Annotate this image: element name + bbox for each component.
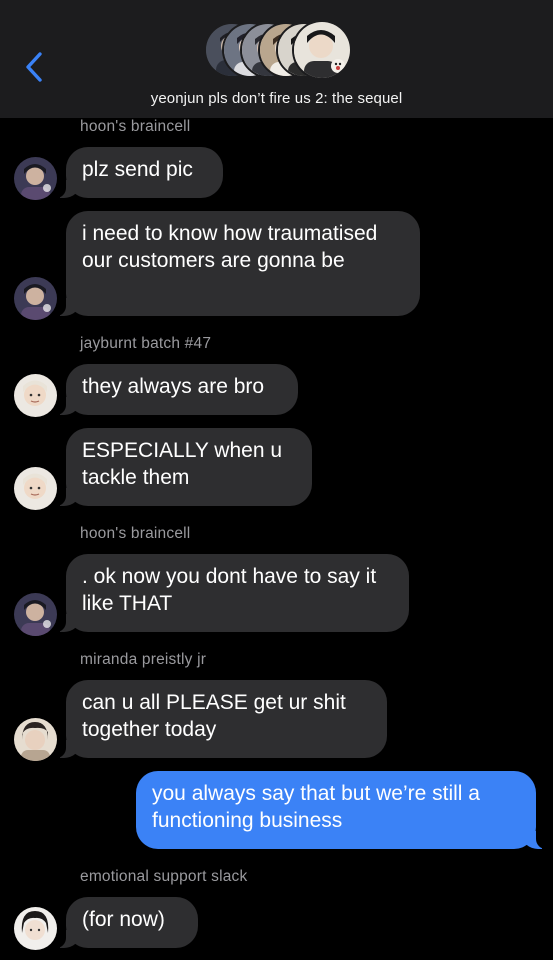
message-bubble[interactable]: . ok now you dont have to say it like TH… xyxy=(56,554,409,632)
sender-name: miranda preistly jr xyxy=(80,651,207,668)
hoon-avatar[interactable] xyxy=(14,277,57,320)
sender-name: emotional support slack xyxy=(80,868,248,885)
message-bubble[interactable]: i need to know how traumatised our custo… xyxy=(56,211,420,316)
chevron-left-icon xyxy=(26,52,42,82)
message-text: plz send pic xyxy=(82,158,193,181)
slack-avatar[interactable] xyxy=(14,907,57,950)
message-text: they always are bro xyxy=(82,375,265,398)
message-text: (for now) xyxy=(82,908,165,931)
message-bubble[interactable]: (for now) xyxy=(56,897,198,948)
message-text: ESPECIALLY when u tackle them xyxy=(82,439,283,489)
group-avatar-stack[interactable] xyxy=(204,20,354,82)
jay-avatar[interactable] xyxy=(14,467,57,510)
message-bubble[interactable]: they always are bro xyxy=(56,364,298,415)
message-text: can u all PLEASE get ur shit together to… xyxy=(82,691,346,741)
sender-name: jayburnt batch #47 xyxy=(80,335,212,352)
outgoing-message-bubble[interactable]: you always say that but we’re still a fu… xyxy=(136,771,546,849)
hoon-avatar[interactable] xyxy=(14,593,57,636)
message-bubble[interactable]: can u all PLEASE get ur shit together to… xyxy=(56,680,387,758)
message-text: you always say that but we’re still a fu… xyxy=(152,782,480,832)
sender-name: hoon's braincell xyxy=(80,525,191,542)
group-member-avatar xyxy=(292,20,352,80)
message-bubble[interactable]: plz send pic xyxy=(56,147,223,198)
jay-avatar[interactable] xyxy=(14,374,57,417)
message-bubble[interactable]: ESPECIALLY when u tackle them xyxy=(56,428,312,506)
message-text: i need to know how traumatised our custo… xyxy=(82,222,378,272)
conversation-header: yeonjun pls don’t fire us 2: the sequel xyxy=(0,0,553,118)
message-text: . ok now you dont have to say it like TH… xyxy=(82,565,377,615)
miranda-avatar[interactable] xyxy=(14,718,57,761)
group-title[interactable]: yeonjun pls don’t fire us 2: the sequel xyxy=(0,90,553,107)
back-button[interactable] xyxy=(20,50,48,84)
sender-name: hoon's braincell xyxy=(80,118,191,135)
hoon-avatar[interactable] xyxy=(14,157,57,200)
